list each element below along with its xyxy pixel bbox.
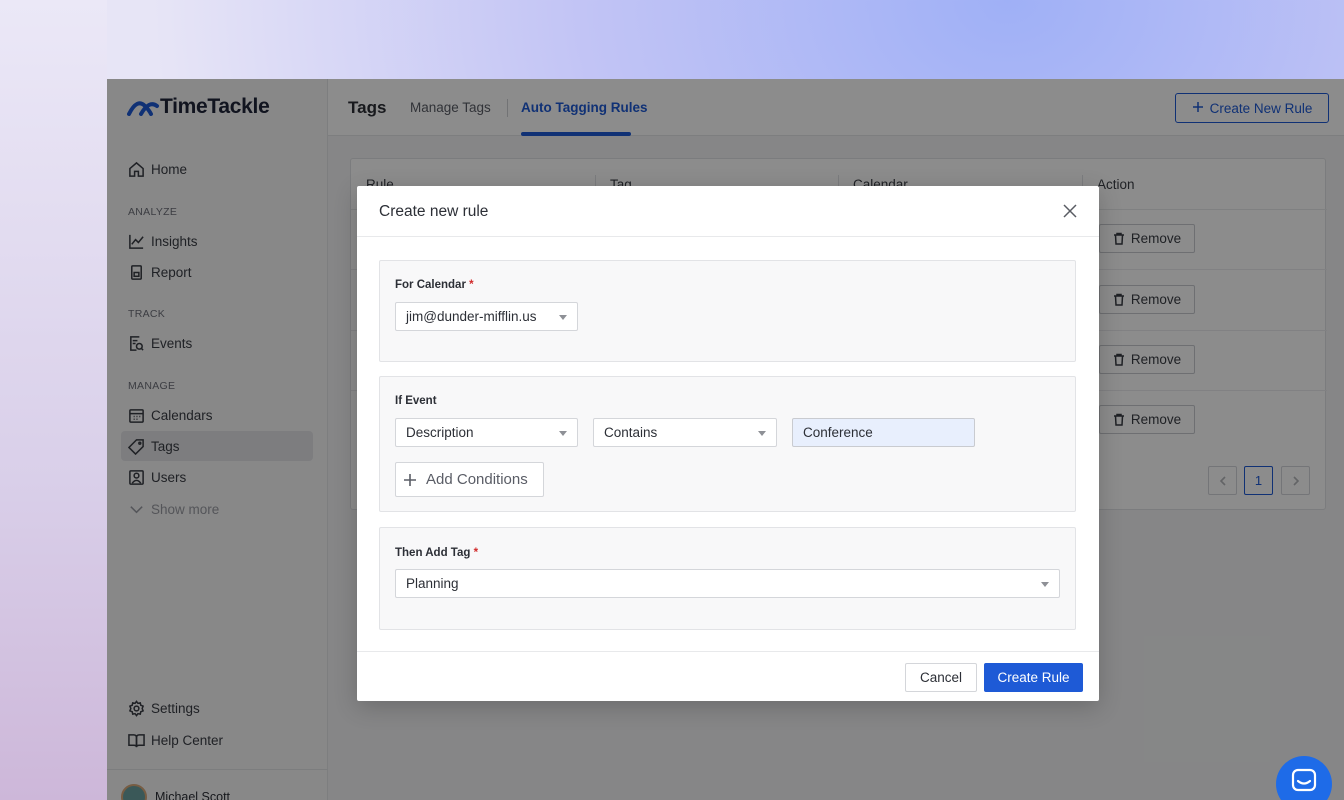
if-event-section: If Event Description Contains Add Condit… [379,376,1076,512]
modal-title: Create new rule [379,203,489,220]
caret-down-icon [559,315,567,320]
modal-footer: Cancel Create Rule [357,651,1099,701]
create-rule-button[interactable]: Create Rule [984,663,1083,692]
for-calendar-section: For Calendar * jim@dunder-mifflin.us [379,260,1076,362]
if-event-label: If Event [395,395,437,407]
add-conditions-label: Add Conditions [426,471,528,488]
modal-header: Create new rule [357,186,1099,237]
caret-down-icon [758,431,766,436]
calendar-select-value: jim@dunder-mifflin.us [406,309,537,324]
then-add-tag-section: Then Add Tag * Planning [379,527,1076,630]
calendar-select[interactable]: jim@dunder-mifflin.us [395,302,578,331]
then-add-tag-label: Then Add Tag * [395,547,478,559]
create-rule-modal: Create new rule For Calendar * jim@dunde… [357,186,1099,701]
caret-down-icon [1041,582,1049,587]
caret-down-icon [559,431,567,436]
plus-icon [404,473,416,486]
for-calendar-label-text: For Calendar [395,279,466,291]
condition-operator-value: Contains [604,425,658,440]
modal-body: For Calendar * jim@dunder-mifflin.us If … [357,237,1099,651]
then-add-tag-label-text: Then Add Tag [395,547,471,559]
condition-value-input[interactable] [792,418,975,447]
condition-operator-select[interactable]: Contains [593,418,777,447]
background-glow [0,0,107,800]
tag-select-value: Planning [406,576,459,591]
for-calendar-label: For Calendar * [395,279,474,291]
cancel-button[interactable]: Cancel [905,663,977,692]
add-conditions-button[interactable]: Add Conditions [395,462,544,497]
condition-field-select[interactable]: Description [395,418,578,447]
condition-field-value: Description [406,425,474,440]
required-mark: * [473,547,479,559]
tag-select[interactable]: Planning [395,569,1060,598]
required-mark: * [469,279,474,291]
chat-icon [1291,768,1317,792]
close-button[interactable] [1063,204,1079,220]
close-icon [1063,204,1077,218]
